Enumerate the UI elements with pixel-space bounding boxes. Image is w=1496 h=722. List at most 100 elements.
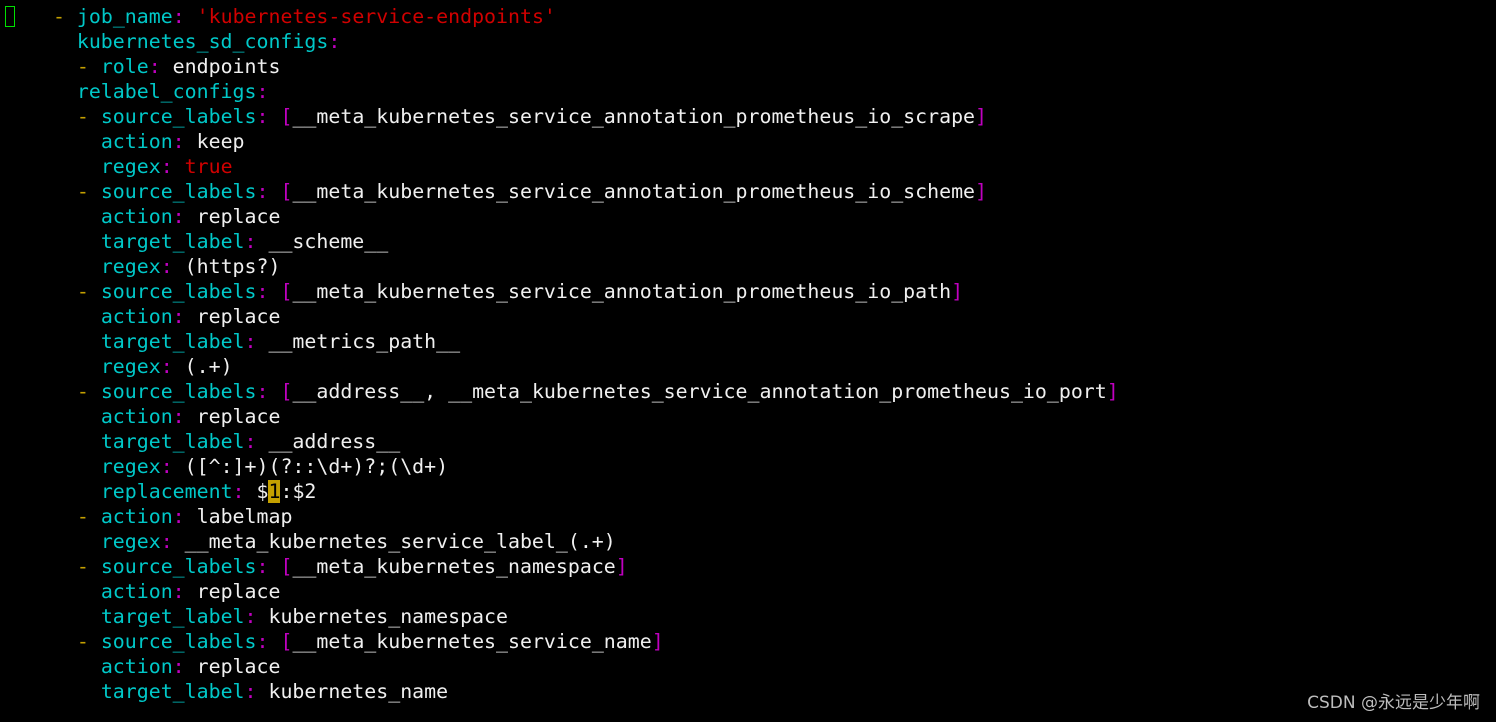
yaml-key: action — [100, 305, 173, 328]
colon: : — [160, 155, 185, 178]
yaml-key: source_labels — [100, 280, 257, 303]
bracket: [ — [280, 280, 293, 303]
yaml-value: (https?) — [184, 255, 281, 278]
list-dash: - — [76, 630, 101, 653]
colon: : — [160, 255, 185, 278]
bracket: ] — [975, 180, 988, 203]
yaml-key: kubernetes_sd_configs — [76, 30, 329, 53]
code-line: replacement: $1:$2 — [5, 479, 1119, 504]
yaml-value: __metrics_path__ — [268, 330, 461, 353]
yaml-value: kubernetes_namespace — [268, 605, 508, 628]
yaml-value: replace — [196, 580, 281, 603]
colon: : — [244, 680, 269, 703]
yaml-key: target_label — [100, 230, 245, 253]
yaml-key: source_labels — [100, 630, 257, 653]
colon: : — [328, 30, 341, 53]
yaml-key: source_labels — [100, 380, 257, 403]
code-line: - job_name: 'kubernetes-service-endpoint… — [5, 4, 1119, 29]
bracket: ] — [615, 555, 628, 578]
yaml-key: job_name — [76, 5, 173, 28]
code-line: relabel_configs: — [5, 79, 1119, 104]
code-line: action: replace — [5, 404, 1119, 429]
code-line: - source_labels: [__meta_kubernetes_serv… — [5, 279, 1119, 304]
colon: : — [244, 230, 269, 253]
bracket: [ — [280, 380, 293, 403]
yaml-key: target_label — [100, 605, 245, 628]
yaml-key: action — [100, 580, 173, 603]
yaml-key: regex — [100, 455, 161, 478]
yaml-value: keep — [196, 130, 245, 153]
code-line: action: replace — [5, 579, 1119, 604]
colon: : — [172, 130, 197, 153]
yaml-value: (.+) — [184, 355, 233, 378]
code-line: action: replace — [5, 204, 1119, 229]
colon: : — [256, 105, 281, 128]
bracket: [ — [280, 630, 293, 653]
yaml-value: __meta_kubernetes_service_annotation_pro… — [292, 280, 952, 303]
yaml-key: role — [100, 55, 149, 78]
terminal-editor[interactable]: - job_name: 'kubernetes-service-endpoint… — [5, 4, 1119, 704]
yaml-value: replace — [196, 655, 281, 678]
bracket: [ — [280, 180, 293, 203]
colon: : — [244, 430, 269, 453]
code-line: target_label: __address__ — [5, 429, 1119, 454]
yaml-value: __scheme__ — [268, 230, 389, 253]
code-line: target_label: kubernetes_namespace — [5, 604, 1119, 629]
yaml-key: relabel_configs — [76, 80, 257, 103]
yaml-value: __address__ — [268, 430, 401, 453]
code-line: regex: (https?) — [5, 254, 1119, 279]
colon: : — [160, 455, 185, 478]
list-dash: - — [76, 505, 101, 528]
yaml-key: source_labels — [100, 555, 257, 578]
string-value: true — [184, 155, 233, 178]
bracket: ] — [651, 630, 664, 653]
code-line: - role: endpoints — [5, 54, 1119, 79]
yaml-value: $ — [256, 480, 269, 503]
list-dash: - — [76, 555, 101, 578]
bracket: [ — [280, 555, 293, 578]
colon: : — [148, 55, 173, 78]
yaml-key: regex — [100, 255, 161, 278]
code-line: - source_labels: [__meta_kubernetes_serv… — [5, 104, 1119, 129]
yaml-value: labelmap — [196, 505, 293, 528]
colon: : — [244, 330, 269, 353]
colon: : — [172, 5, 197, 28]
yaml-key: regex — [100, 155, 161, 178]
code-line: regex: (.+) — [5, 354, 1119, 379]
colon: : — [172, 305, 197, 328]
cursor-icon — [5, 6, 15, 27]
list-dash: - — [76, 280, 101, 303]
yaml-key: action — [100, 130, 173, 153]
yaml-value: replace — [196, 405, 281, 428]
yaml-value: :$2 — [280, 480, 317, 503]
code-line: - source_labels: [__meta_kubernetes_name… — [5, 554, 1119, 579]
yaml-key: action — [100, 505, 173, 528]
code-line: action: replace — [5, 654, 1119, 679]
colon: : — [256, 630, 281, 653]
yaml-key: action — [100, 205, 173, 228]
string-value: 'kubernetes-service-endpoints' — [196, 5, 556, 28]
yaml-key: target_label — [100, 430, 245, 453]
code-line: action: replace — [5, 304, 1119, 329]
code-line: regex: ([^:]+)(?::\d+)?;(\d+) — [5, 454, 1119, 479]
colon: : — [232, 480, 257, 503]
yaml-key: action — [100, 655, 173, 678]
colon: : — [172, 505, 197, 528]
code-line: action: keep — [5, 129, 1119, 154]
code-line: target_label: kubernetes_name — [5, 679, 1119, 704]
yaml-key: action — [100, 405, 173, 428]
yaml-value: __meta_kubernetes_namespace — [292, 555, 616, 578]
bracket: ] — [975, 105, 988, 128]
colon: : — [160, 355, 185, 378]
list-dash: - — [76, 180, 101, 203]
colon: : — [256, 380, 281, 403]
yaml-value: __meta_kubernetes_service_label_(.+) — [184, 530, 616, 553]
list-dash: - — [76, 105, 101, 128]
colon: : — [172, 655, 197, 678]
colon: : — [256, 555, 281, 578]
code-line: target_label: __metrics_path__ — [5, 329, 1119, 354]
code-line: kubernetes_sd_configs: — [5, 29, 1119, 54]
yaml-value: replace — [196, 305, 281, 328]
yaml-key: regex — [100, 530, 161, 553]
yaml-value: endpoints — [172, 55, 281, 78]
